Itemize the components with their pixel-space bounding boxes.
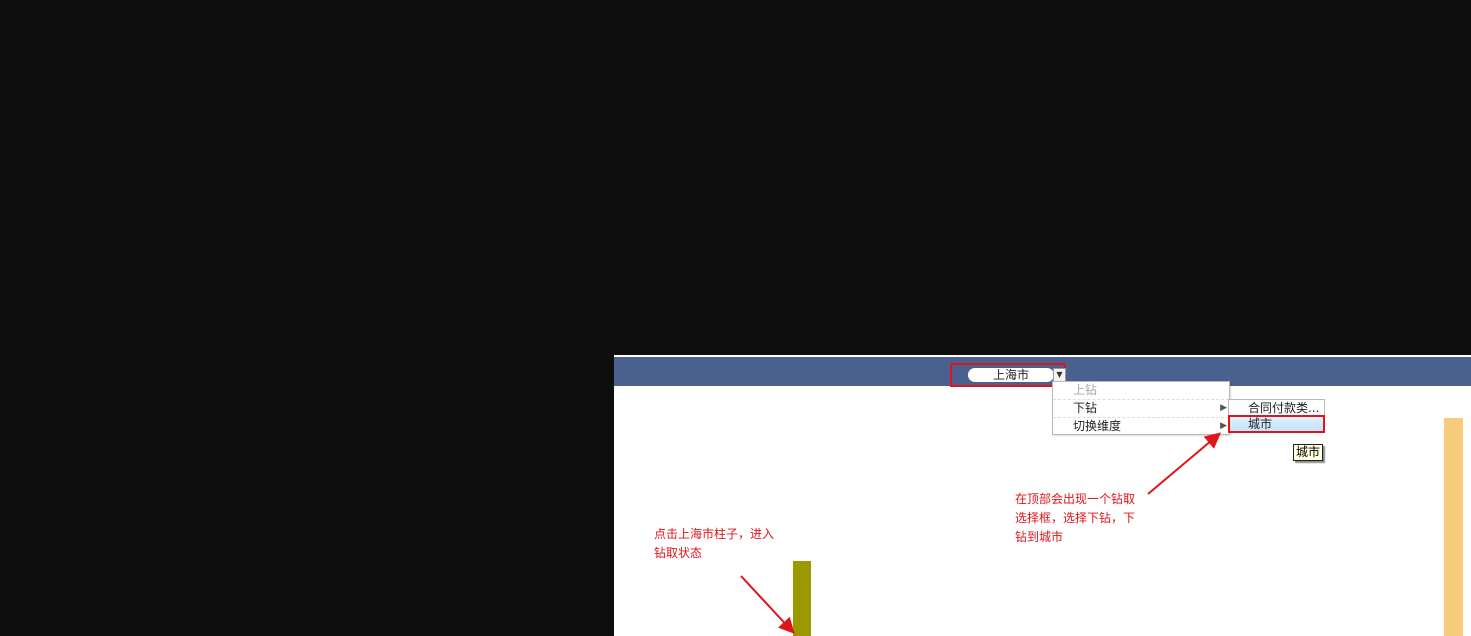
- arrow-to-bar: [740, 575, 795, 634]
- arrow-to-menu: [1147, 432, 1222, 495]
- annotation-arrows: [740, 432, 1222, 634]
- chart-panel: 上海市 ▼ 上钻 下钻 ▶ 切换维度 ▶ 合同付款类... 城市 城市 点击上海…: [614, 355, 1471, 636]
